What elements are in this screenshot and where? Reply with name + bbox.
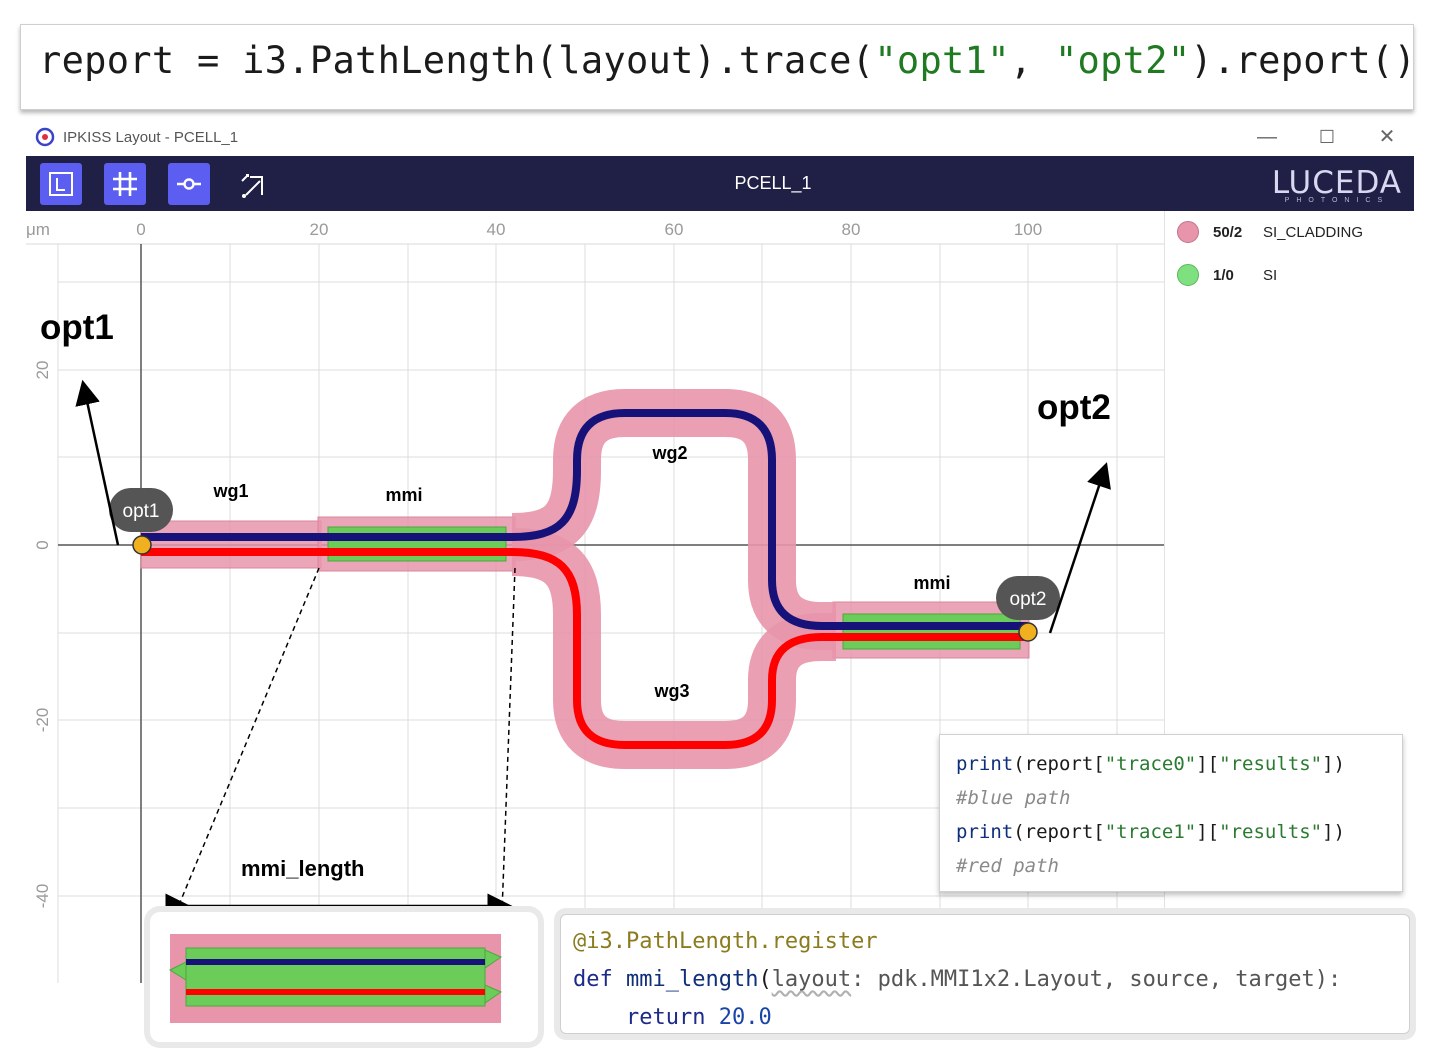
opt2-callout: opt2 [1037, 388, 1111, 427]
code-string: "trace0" [1104, 753, 1197, 775]
port-opt2-marker[interactable] [1018, 622, 1038, 642]
opt1-callout: opt1 [40, 308, 114, 347]
opt2-bubble-label: opt2 [1010, 589, 1047, 610]
print-fn: print [956, 821, 1014, 843]
code-text: ][ [1196, 821, 1220, 843]
wg2-label: wg2 [651, 443, 687, 463]
return-keyword: return [625, 1005, 719, 1030]
print-fn: print [956, 753, 1014, 775]
param-layout: layout [771, 967, 852, 992]
mmi-length-label: mmi_length [241, 856, 365, 881]
opt1-bubble-label: opt1 [123, 501, 160, 522]
mmi-inset-drawing [168, 934, 503, 1023]
wg1-cladding [140, 520, 322, 569]
code-text: ][ [1196, 753, 1220, 775]
function-name: mmi_length [625, 967, 759, 992]
x-tick-label: 0 [136, 220, 145, 239]
register-code-box: @i3.PathLength.register def mmi_length(l… [560, 914, 1410, 1034]
opt2-arrow [1048, 462, 1111, 634]
x-tick-label: 40 [487, 220, 506, 239]
axis-unit: μm [26, 220, 50, 239]
y-tick-label: -40 [33, 884, 52, 909]
decorator: @i3.PathLength.register [573, 929, 878, 954]
mmi-inset [150, 912, 538, 1042]
code-string: "trace1" [1104, 821, 1197, 843]
code-string: "results" [1219, 821, 1323, 843]
def-keyword: def [573, 967, 626, 992]
code-text: (report[ [1013, 753, 1105, 775]
code-text: ( [758, 967, 772, 992]
x-tick-label: 60 [665, 220, 684, 239]
return-value: 20.0 [718, 1005, 772, 1030]
code-string: "results" [1219, 753, 1323, 775]
mmi-right-core [842, 613, 1021, 650]
code-text: ]) [1322, 821, 1345, 843]
y-tick-label: -20 [33, 708, 52, 733]
code-text: ]) [1322, 753, 1345, 775]
wg1-label: wg1 [212, 481, 248, 501]
code-comment: #red path [956, 855, 1059, 877]
y-tick-label: 20 [33, 361, 52, 380]
code-signature: : pdk.MMI1x2.Layout, source, target): [851, 967, 1342, 992]
code-text: (report[ [1013, 821, 1105, 843]
x-tick-label: 100 [1014, 220, 1042, 239]
port-opt1-marker[interactable] [132, 535, 152, 555]
mmi-length-guide-right [501, 567, 516, 913]
inset-mmi-core [185, 947, 486, 1007]
wg3-label: wg3 [653, 681, 689, 701]
code-comment: #blue path [956, 787, 1071, 809]
x-tick-label: 20 [310, 220, 329, 239]
mmi-right-label: mmi [913, 573, 950, 593]
y-tick-label: 0 [33, 540, 52, 549]
mmi-left-label: mmi [385, 485, 422, 505]
opt1-arrow [75, 379, 120, 546]
x-tick-label: 80 [842, 220, 861, 239]
print-code-box: print(report["trace0"]["results"]) #blue… [939, 734, 1403, 892]
